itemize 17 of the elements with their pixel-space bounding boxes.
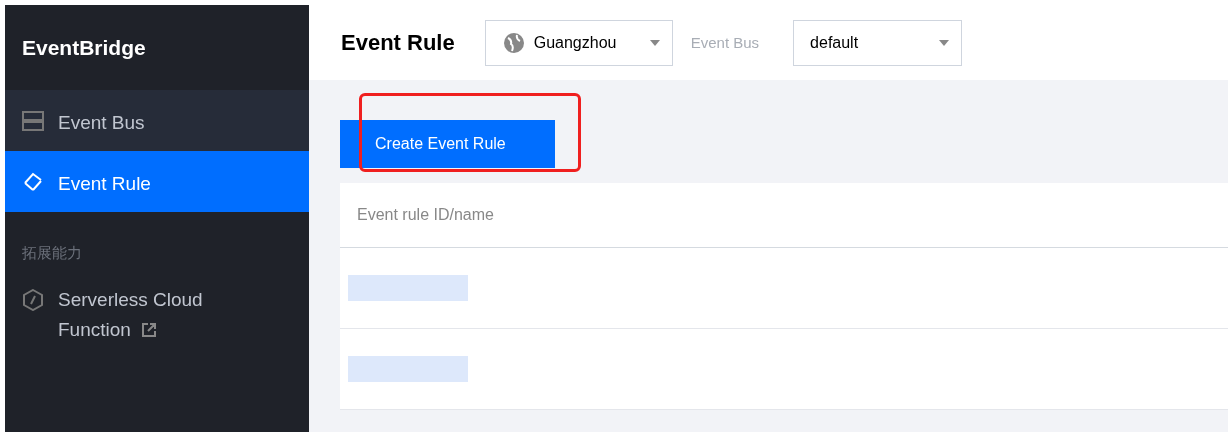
create-button[interactable]: Create Event Rule [340, 120, 555, 168]
sidebar-item[interactable]: Serverless Cloud Function [5, 285, 309, 346]
caret-icon [649, 39, 660, 46]
region-select[interactable]: Guangzhou [484, 19, 673, 66]
page-title: Event Rule [341, 29, 455, 56]
server-icon [22, 110, 44, 132]
sidebar-item[interactable]: Event Bus [5, 90, 309, 151]
section-label: 拓展能力 [21, 243, 83, 263]
sidebar-item[interactable]: Event Rule [5, 151, 309, 212]
column-header: Event rule ID/name [340, 183, 1228, 248]
globe-icon [501, 30, 526, 55]
external-link-icon [140, 322, 157, 338]
bus-select[interactable]: default [793, 19, 963, 66]
caret-icon [939, 39, 950, 46]
product-title: EventBridge [21, 34, 147, 61]
bus-label: Event Bus [690, 34, 760, 51]
hexagon-icon [22, 289, 44, 311]
